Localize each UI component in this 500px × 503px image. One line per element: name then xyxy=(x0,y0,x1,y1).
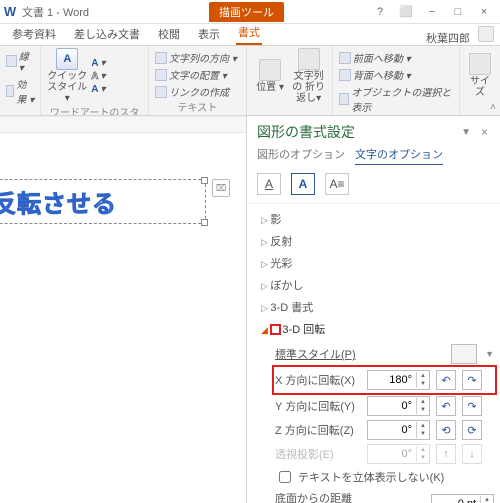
z-rotation-spinner[interactable]: ▲▼ xyxy=(367,420,430,440)
pane-title: 図形の書式設定 xyxy=(257,122,455,142)
spin-down-icon[interactable]: ▼ xyxy=(417,380,429,388)
keep-text-flat-checkbox[interactable]: テキストを立体表示しない(K) xyxy=(275,468,494,486)
contextual-tab-drawing[interactable]: 描画ツール xyxy=(209,2,284,22)
text-fill-outline-icon[interactable]: A xyxy=(257,173,281,195)
help-icon[interactable]: ? xyxy=(368,3,392,21)
distance-label: 底面からの距離(D) xyxy=(275,490,361,503)
z-rotation-label: Z 方向に回転(Z) xyxy=(275,422,361,438)
create-link-button[interactable]: リンクの作成 xyxy=(155,84,240,99)
x-rotation-spinner[interactable]: ▲▼ xyxy=(367,370,430,390)
text-direction-button[interactable]: 文字列の方向 ▾ xyxy=(155,50,240,65)
z-rotate-cw-button[interactable]: ⟳ xyxy=(462,420,482,440)
collapse-ribbon-icon[interactable]: ˄ xyxy=(490,102,496,113)
word-icon: W xyxy=(0,4,20,19)
pane-close-icon[interactable]: × xyxy=(477,125,492,139)
window-title: 文書 1 - Word xyxy=(20,4,89,20)
selection-pane-button[interactable]: オブジェクトの選択と表示 xyxy=(339,84,453,114)
z-rotate-ccw-button[interactable]: ⟲ xyxy=(436,420,456,440)
y-rotation-spinner[interactable]: ▲▼ xyxy=(367,396,430,416)
position-button[interactable]: 位置 ▾ xyxy=(253,59,288,93)
tab-review[interactable]: 校閲 xyxy=(156,23,182,45)
y-rotate-left-button[interactable]: ↶ xyxy=(436,396,456,416)
bring-forward-button[interactable]: 前面へ移動 ▾ xyxy=(339,50,453,65)
z-rotation-input[interactable] xyxy=(368,424,416,436)
wordart-textbox[interactable]: に反転させる xyxy=(0,179,206,224)
group-text: テキスト xyxy=(155,99,240,114)
section-3d-format[interactable]: 3-D 書式 xyxy=(261,296,494,318)
section-soft-edges[interactable]: ぼかし xyxy=(261,274,494,296)
preset-label: 標準スタイル(P) xyxy=(275,346,361,362)
shape-outline-button[interactable]: 線 ▾ xyxy=(6,48,34,74)
section-glow[interactable]: 光彩 xyxy=(261,252,494,274)
textbox-icon[interactable]: A≡ xyxy=(325,173,349,195)
size-button[interactable]: サイズ xyxy=(466,53,494,98)
text-fill-button[interactable]: A▾ xyxy=(91,58,105,69)
ruler xyxy=(0,117,246,133)
perspective-wide-button: ↓ xyxy=(462,444,482,464)
perspective-input xyxy=(368,448,416,460)
spin-up-icon[interactable]: ▲ xyxy=(417,372,429,380)
section-shadow[interactable]: 影 xyxy=(261,208,494,230)
tab-references[interactable]: 参考資料 xyxy=(10,23,58,45)
format-shape-pane: 図形の書式設定 ▼ × 図形のオプション 文字のオプション A A A≡ 影 反… xyxy=(246,116,500,503)
layout-options-icon[interactable]: ⌧ xyxy=(212,179,230,197)
x-rotation-label: X 方向に回転(X) xyxy=(275,372,361,388)
pane-menu-icon[interactable]: ▼ xyxy=(455,127,477,138)
close-icon[interactable]: × xyxy=(472,3,496,21)
y-rotation-label: Y 方向に回転(Y) xyxy=(275,398,361,414)
highlight-marker-icon xyxy=(270,324,281,335)
tab-format[interactable]: 書式 xyxy=(236,21,262,45)
tab-mailings[interactable]: 差し込み文書 xyxy=(72,23,142,45)
distance-spinner[interactable]: ▲▼ xyxy=(431,494,494,503)
perspective-label: 透視投影(E) xyxy=(275,446,361,462)
subtab-text-options[interactable]: 文字のオプション xyxy=(355,146,443,165)
align-text-button[interactable]: 文字の配置 ▾ xyxy=(155,67,240,82)
keep-text-flat-input[interactable] xyxy=(279,471,291,483)
text-effects-button[interactable]: A▾ xyxy=(91,84,105,95)
subtab-shape-options[interactable]: 図形のオプション xyxy=(257,146,345,165)
x-rotate-right-button[interactable]: ↷ xyxy=(462,370,482,390)
section-3d-rotation[interactable]: 3-D 回転 xyxy=(261,318,494,340)
x-rotation-row: X 方向に回転(X) ▲▼ ↶ ↷ xyxy=(275,368,494,392)
shape-effects-button[interactable]: 効果 ▾ xyxy=(6,76,34,106)
wordart-text[interactable]: に反転させる xyxy=(0,184,117,219)
text-effects-icon[interactable]: A xyxy=(291,173,315,195)
account-icon[interactable] xyxy=(478,26,494,42)
y-rotation-input[interactable] xyxy=(368,400,416,412)
send-backward-button[interactable]: 背面へ移動 ▾ xyxy=(339,67,453,82)
x-rotate-left-button[interactable]: ↶ xyxy=(436,370,456,390)
minimize-icon[interactable]: − xyxy=(420,3,444,21)
text-outline-button[interactable]: A▾ xyxy=(91,71,105,82)
wrap-text-button[interactable]: 文字列の 折り返し▾ xyxy=(291,48,326,104)
tab-view[interactable]: 表示 xyxy=(196,23,222,45)
section-reflection[interactable]: 反射 xyxy=(261,230,494,252)
maximize-icon[interactable]: □ xyxy=(446,3,470,21)
perspective-spinner: ▲▼ xyxy=(367,444,430,464)
group-wordart-styles: ワードアートのスタイル xyxy=(47,104,142,116)
y-rotate-right-button[interactable]: ↷ xyxy=(462,396,482,416)
preset-dropdown[interactable] xyxy=(451,344,477,364)
fullwin-icon[interactable]: ⬜ xyxy=(394,3,418,21)
distance-input[interactable] xyxy=(432,498,480,503)
quick-styles-button[interactable]: A クイック スタイル▾ xyxy=(47,48,87,104)
x-rotation-input[interactable] xyxy=(368,374,416,386)
perspective-narrow-button: ↑ xyxy=(436,444,456,464)
